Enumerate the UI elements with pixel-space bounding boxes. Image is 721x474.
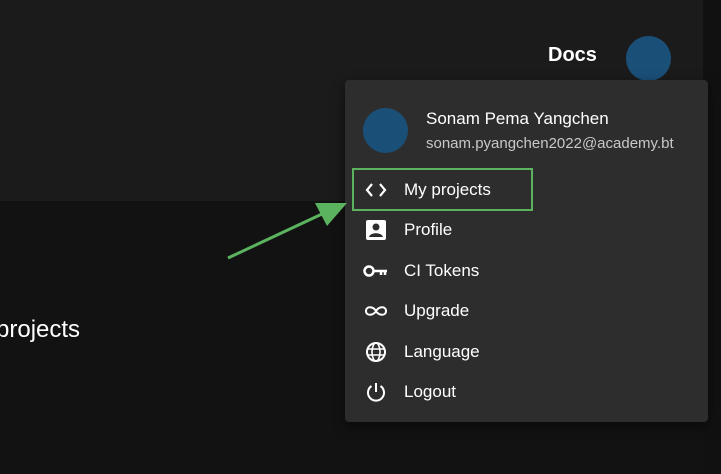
annotation-arrow — [227, 203, 347, 260]
